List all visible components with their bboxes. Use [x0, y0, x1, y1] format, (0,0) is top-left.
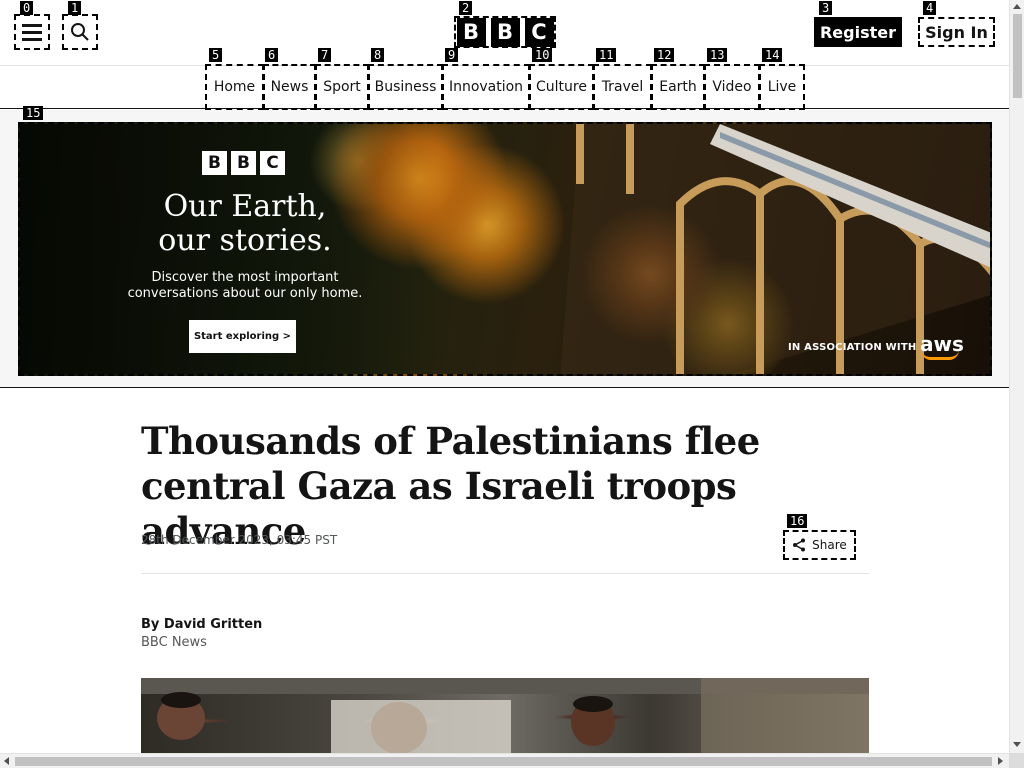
- hero-photo-shapes: [141, 678, 869, 756]
- scroll-down-icon[interactable]: [1013, 742, 1021, 747]
- scrollbar-corner: [1009, 753, 1024, 768]
- hamburger-menu-icon: [22, 23, 42, 27]
- hamburger-menu-icon-bar: [22, 30, 42, 34]
- ad-bbc-logo: B B C: [202, 151, 285, 175]
- vertical-scroll-thumb[interactable]: [1013, 14, 1022, 98]
- nav-item-video[interactable]: Video: [704, 64, 760, 110]
- logo-letter: B: [456, 17, 486, 47]
- logo-letter: C: [524, 17, 554, 47]
- share-icon: [793, 538, 806, 552]
- article-byline-org: BBC News: [141, 635, 207, 650]
- nav-item-earth[interactable]: Earth: [651, 64, 705, 110]
- logo-letter: C: [260, 151, 285, 175]
- ad-subtitle-line: conversations about our only home.: [127, 286, 363, 301]
- nav-item-news[interactable]: News: [263, 64, 316, 110]
- nav-item-business[interactable]: Business: [368, 64, 443, 110]
- nav-item-sport[interactable]: Sport: [315, 64, 369, 110]
- scroll-left-icon[interactable]: [4, 757, 9, 765]
- nav-item-travel[interactable]: Travel: [593, 64, 652, 110]
- sign-in-button[interactable]: Sign In: [918, 17, 995, 47]
- share-button[interactable]: Share: [783, 530, 856, 560]
- ad-association-text: IN ASSOCIATION WITH: [788, 342, 917, 353]
- ad-subtitle: Discover the most important conversation…: [20, 270, 470, 302]
- nav-item-innovation[interactable]: Innovation: [442, 64, 530, 110]
- aws-smile-icon: [921, 350, 959, 360]
- nav-item-home[interactable]: Home: [205, 64, 264, 110]
- article-date: 28th December 2023, 03:45 PST: [141, 533, 338, 547]
- nav-item-culture[interactable]: Culture: [529, 64, 594, 110]
- horizontal-scroll-thumb[interactable]: [15, 757, 992, 766]
- ad-title-line: our stories.: [158, 223, 332, 258]
- ad-title-line: Our Earth,: [163, 189, 327, 224]
- scroll-right-icon[interactable]: [998, 757, 1003, 765]
- register-button[interactable]: Register: [814, 17, 902, 47]
- ad-title: Our Earth, our stories.: [20, 190, 470, 258]
- start-exploring-button[interactable]: Start exploring >: [189, 320, 296, 353]
- horizontal-scrollbar[interactable]: [0, 753, 1009, 768]
- menu-button[interactable]: [14, 14, 50, 50]
- search-icon: [71, 23, 89, 41]
- scroll-up-icon[interactable]: [1013, 4, 1021, 9]
- hamburger-menu-icon-bar: [22, 37, 42, 41]
- bbc-logo[interactable]: B B C: [454, 16, 556, 48]
- ad-banner[interactable]: B B C Our Earth, our stories. Discover t…: [18, 122, 992, 376]
- article-divider: [141, 573, 869, 574]
- article-byline: By David Gritten: [141, 617, 263, 632]
- search-button[interactable]: [62, 14, 98, 50]
- logo-letter: B: [490, 17, 520, 47]
- vertical-scrollbar[interactable]: [1009, 0, 1024, 753]
- article-hero-image: [141, 678, 869, 756]
- logo-letter: B: [202, 151, 227, 175]
- ad-subtitle-line: Discover the most important: [151, 270, 339, 285]
- logo-letter: B: [231, 151, 256, 175]
- share-label: Share: [812, 538, 847, 552]
- nav-item-live[interactable]: Live: [759, 64, 805, 110]
